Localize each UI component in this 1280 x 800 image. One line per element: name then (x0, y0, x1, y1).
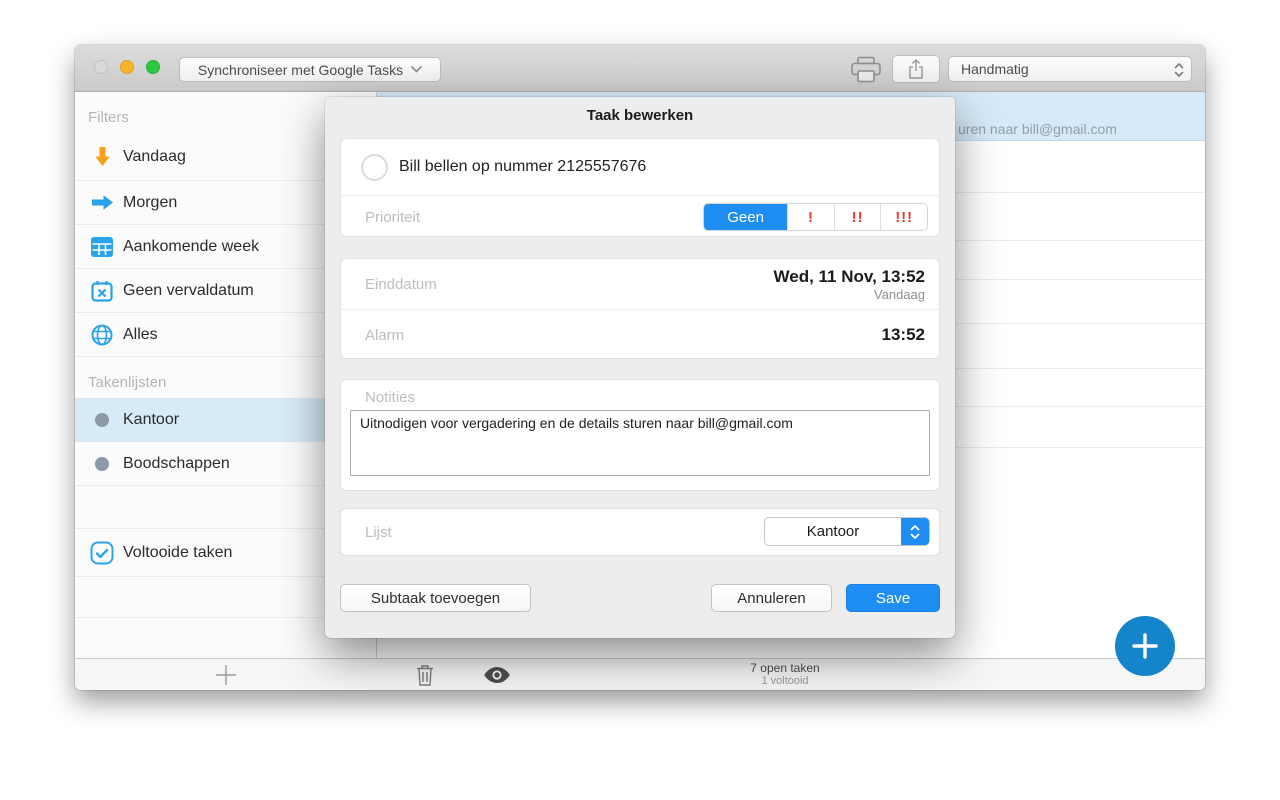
open-tasks-count: 7 open taken (675, 662, 895, 675)
notes-card: Notities Uitnodigen voor vergadering en … (340, 379, 940, 491)
sidebar-item-label: Morgen (123, 194, 177, 212)
alarm-row[interactable]: Alarm 13:52 (341, 311, 939, 359)
trash-icon (415, 663, 435, 687)
printer-icon (850, 56, 882, 84)
zoom-window-button[interactable] (146, 60, 160, 74)
show-hide-button[interactable] (483, 666, 511, 689)
stepper-arrows-icon (901, 518, 929, 545)
priority-row: Prioriteit Geen ! !! !!! (341, 197, 939, 237)
complete-task-radio[interactable] (361, 154, 388, 181)
plus-icon (1130, 631, 1160, 661)
add-subtask-button[interactable]: Subtaak toevoegen (340, 584, 531, 612)
notes-textarea[interactable]: Uitnodigen voor vergadering en de detail… (350, 410, 930, 476)
globe-icon (89, 324, 115, 346)
task-title-row: Bill bellen op nummer 2125557676 (341, 139, 939, 196)
add-list-button[interactable] (202, 659, 250, 690)
share-icon (908, 59, 924, 79)
alarm-value: 13:52 (882, 325, 925, 345)
share-button[interactable] (892, 55, 940, 83)
orange-arrow-down-icon (89, 146, 115, 167)
priority-label: Prioriteit (365, 209, 420, 226)
sidebar-item-label: Boodschappen (123, 455, 230, 473)
sync-google-tasks-button[interactable]: Synchroniseer met Google Tasks (179, 57, 441, 82)
plus-icon (215, 664, 237, 686)
list-dot-icon (89, 413, 115, 427)
notes-label: Notities (365, 389, 415, 406)
stepper-arrows-icon (1174, 61, 1184, 79)
cancel-button[interactable]: Annuleren (711, 584, 832, 612)
sidebar-item-label: Voltooide taken (123, 544, 232, 562)
print-button[interactable] (847, 55, 885, 85)
sidebar-item-label: Vandaag (123, 148, 186, 166)
screen: Synchroniseer met Google Tasks Handmatig (0, 0, 1280, 800)
add-task-fab[interactable] (1115, 616, 1175, 676)
sort-select-value: Handmatig (961, 61, 1029, 77)
completed-tasks-count: 1 voltooid (675, 675, 895, 688)
priority-segmented-control: Geen ! !! !!! (703, 203, 928, 231)
chevron-down-icon (411, 66, 422, 73)
list-card: Lijst Kantoor (340, 508, 940, 556)
due-date-value: Wed, 11 Nov, 13:52 (774, 267, 926, 287)
sidebar-item-label: Aankomende week (123, 238, 259, 256)
sync-button-label: Synchroniseer met Google Tasks (198, 62, 403, 78)
dates-card: Einddatum Wed, 11 Nov, 13:52 Vandaag Ala… (340, 258, 940, 359)
priority-option-low[interactable]: ! (787, 204, 834, 230)
add-subtask-label: Subtaak toevoegen (371, 590, 500, 607)
save-label: Save (876, 590, 910, 607)
delete-task-button[interactable] (415, 663, 435, 690)
task-title-input[interactable]: Bill bellen op nummer 2125557676 (399, 158, 646, 176)
task-counts: 7 open taken 1 voltooid (675, 662, 895, 688)
sidebar-item-label: Geen vervaldatum (123, 282, 254, 300)
task-title-card: Bill bellen op nummer 2125557676 Priorit… (340, 138, 940, 237)
edit-task-dialog: Taak bewerken Bill bellen op nummer 2125… (325, 97, 955, 638)
minimize-window-button[interactable] (120, 60, 134, 74)
due-date-row[interactable]: Einddatum Wed, 11 Nov, 13:52 Vandaag (341, 259, 939, 310)
blue-arrow-right-icon (89, 194, 115, 211)
list-select-value: Kantoor (765, 518, 901, 545)
titlebar: Synchroniseer met Google Tasks Handmatig (75, 45, 1205, 92)
priority-option-medium[interactable]: !! (834, 204, 881, 230)
sort-mode-select[interactable]: Handmatig (948, 56, 1192, 82)
sidebar-item-label: Kantoor (123, 411, 179, 429)
completed-check-icon (89, 541, 115, 565)
dialog-title: Taak bewerken (325, 107, 955, 124)
cancel-label: Annuleren (737, 590, 805, 607)
priority-option-high[interactable]: !!! (880, 204, 927, 230)
eye-icon (483, 666, 511, 684)
list-label: Lijst (365, 524, 392, 541)
save-button[interactable]: Save (846, 584, 940, 612)
status-bar: 7 open taken 1 voltooid (75, 658, 1205, 690)
calendar-grid-icon (89, 237, 115, 257)
priority-option-none[interactable]: Geen (704, 204, 787, 230)
sidebar-item-label: Alles (123, 326, 158, 344)
list-select[interactable]: Kantoor (764, 517, 930, 546)
alarm-label: Alarm (365, 327, 404, 344)
close-window-button[interactable] (94, 60, 108, 74)
list-row: Lijst Kantoor (341, 509, 939, 555)
due-date-relative: Vandaag (774, 287, 926, 302)
list-dot-icon (89, 457, 115, 471)
calendar-x-icon (89, 280, 115, 302)
due-date-label: Einddatum (365, 276, 437, 293)
task-note-preview: uren naar bill@gmail.com (958, 121, 1117, 137)
